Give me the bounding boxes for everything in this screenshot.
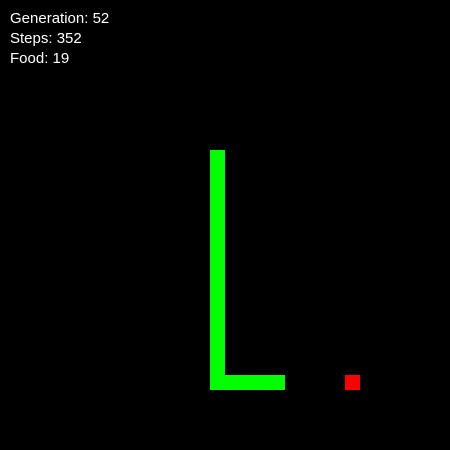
snake-body-vertical [210,150,225,390]
generation-value: 52 [92,10,110,27]
steps-readout: Steps: 352 [10,30,82,48]
food-value: 19 [52,50,70,67]
steps-value: 352 [56,30,82,47]
food-readout: Food: 19 [10,50,69,68]
generation-label: Generation: [10,10,89,27]
snake-body-horizontal [210,375,285,390]
game-board: Generation: 52 Steps: 352 Food: 19 [0,0,450,450]
generation-readout: Generation: 52 [10,10,109,28]
food-label: Food: [10,50,49,67]
food-pellet [345,375,360,390]
steps-label: Steps: [10,30,53,47]
